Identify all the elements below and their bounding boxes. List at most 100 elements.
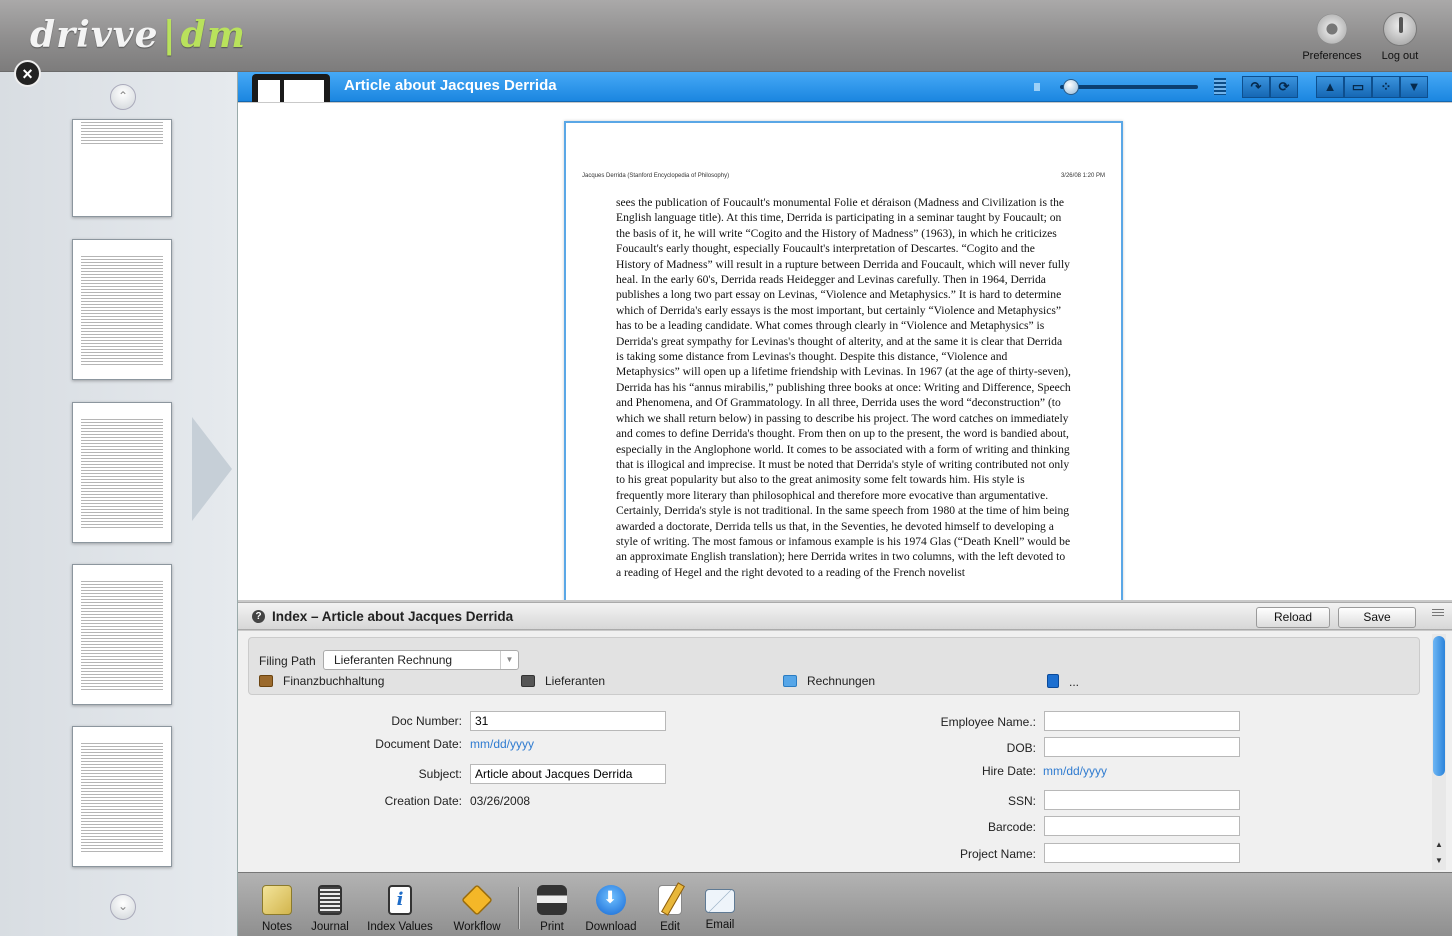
doc-number-field[interactable] <box>470 711 666 731</box>
index-scrollbar[interactable]: ▲ ▼ <box>1432 634 1446 870</box>
page-thumbnail[interactable] <box>72 119 172 217</box>
bottom-toolbar: Notes Journal i Index Values Workflow Pr… <box>238 872 1452 936</box>
document-title: Article about Jacques Derrida <box>344 77 557 94</box>
email-label: Email <box>705 919 735 931</box>
employee-name-field[interactable] <box>1044 711 1240 731</box>
zoom-slider[interactable] <box>1060 85 1198 89</box>
folder-icon <box>783 675 797 687</box>
workflow-icon <box>461 884 493 916</box>
power-icon <box>1383 12 1417 46</box>
download-icon <box>596 885 626 915</box>
previous-page-icon[interactable]: ▲ <box>1316 76 1344 98</box>
page-header-right: 3/26/08 1:20 PM <box>1060 173 1105 179</box>
notes-icon <box>262 885 292 915</box>
printer-icon <box>537 885 567 915</box>
zoom-slider-knob[interactable] <box>1063 79 1079 95</box>
workflow-button[interactable]: Workflow <box>448 884 506 933</box>
folder-finanzbuchhaltung[interactable]: Finanzbuchhaltung <box>259 674 384 688</box>
employee-name-label: Employee Name.: <box>940 715 1036 729</box>
index-values-icon: i <box>388 885 412 915</box>
page-thumbnail[interactable] <box>72 402 172 543</box>
hire-date-label: Hire Date: <box>981 764 1036 778</box>
journal-button[interactable]: Journal <box>308 885 352 933</box>
email-button[interactable]: Email <box>700 885 740 931</box>
scroll-up-icon[interactable]: ▲ <box>1432 840 1446 849</box>
thumbnails-scroll-up-button[interactable]: ⌃ <box>110 84 136 110</box>
thumbnail-sidebar: ⌃ ⌄ <box>0 72 238 936</box>
index-panel: Filing Path Lieferanten Rechnung ▼ Finan… <box>238 631 1452 872</box>
scrollbar-thumb[interactable] <box>1433 636 1445 776</box>
edit-button[interactable]: Edit <box>652 885 688 933</box>
grid-view-icon[interactable]: ⁘ <box>1372 76 1400 98</box>
folder-label: ... <box>1069 675 1080 689</box>
pencil-icon <box>658 885 682 915</box>
expand-arrow-icon[interactable] <box>192 417 232 521</box>
download-label: Download <box>585 921 637 933</box>
page-text: sees the publication of Foucault's monum… <box>616 196 1071 579</box>
document-date-label: Document Date: <box>375 737 462 751</box>
index-header-bar: ? Index – Article about Jacques Derrida … <box>238 602 1452 630</box>
viewer-title-bar: Article about Jacques Derrida ↷ ⟳ ▲ ▭ ⁘ … <box>238 72 1452 102</box>
logout-button[interactable]: Log out <box>1372 12 1428 62</box>
folder-lieferanten[interactable]: Lieferanten <box>521 674 605 688</box>
preferences-label: Preferences <box>1302 50 1362 62</box>
dob-field[interactable] <box>1044 737 1240 757</box>
filing-path-value: Lieferanten Rechnung <box>334 653 453 667</box>
save-button[interactable]: Save <box>1338 607 1416 628</box>
journal-icon <box>318 885 342 915</box>
thumbnails-scroll-down-button[interactable]: ⌄ <box>110 894 136 920</box>
next-page-icon[interactable]: ▼ <box>1400 76 1428 98</box>
filing-path-label: Filing Path <box>259 654 316 668</box>
folder-label: Lieferanten <box>545 674 606 688</box>
project-name-field[interactable] <box>1044 843 1240 863</box>
workflow-label: Workflow <box>453 921 501 933</box>
preferences-button[interactable]: Preferences <box>1296 12 1368 62</box>
barcode-label: Barcode: <box>987 820 1036 834</box>
folder-icon <box>1047 674 1059 688</box>
page-thumbnail[interactable] <box>72 239 172 380</box>
subject-label: Subject: <box>418 767 462 781</box>
edit-label: Edit <box>660 921 680 933</box>
refresh-icon[interactable]: ⟳ <box>1270 76 1298 98</box>
rotate-icon[interactable]: ↷ <box>1242 76 1270 98</box>
page-thumbnail[interactable] <box>72 726 172 867</box>
barcode-field[interactable] <box>1044 816 1240 836</box>
folder-label: Rechnungen <box>807 674 876 688</box>
creation-date-value: 03/26/2008 <box>470 794 531 808</box>
folder-icon <box>521 675 535 687</box>
logo-text: drivve <box>30 14 159 56</box>
document-viewer[interactable]: Jacques Derrida (Stanford Encyclopedia o… <box>238 103 1452 600</box>
single-page-view-icon[interactable]: ▭ <box>1344 76 1372 98</box>
subject-field[interactable] <box>470 764 666 784</box>
print-button[interactable]: Print <box>532 885 572 933</box>
page-thumbnail[interactable] <box>72 564 172 705</box>
app-logo: drivve | dm <box>30 14 246 56</box>
top-bar: drivve | dm Preferences Log out <box>0 0 1452 72</box>
reload-button[interactable]: Reload <box>1256 607 1330 628</box>
zoom-in-icon[interactable] <box>1214 78 1226 95</box>
close-icon[interactable]: × <box>14 60 41 87</box>
dob-label: DOB: <box>1006 741 1036 755</box>
hire-date-field[interactable]: mm/dd/yyyy <box>1043 764 1107 778</box>
index-values-button[interactable]: i Index Values <box>362 885 438 933</box>
document-date-field[interactable]: mm/dd/yyyy <box>470 737 534 751</box>
journal-label: Journal <box>311 921 349 933</box>
info-icon[interactable]: ? <box>252 610 265 623</box>
notes-button[interactable]: Notes <box>256 885 298 933</box>
filing-path-select[interactable]: Lieferanten Rechnung ▼ <box>323 650 519 670</box>
filing-path-box: Filing Path Lieferanten Rechnung ▼ Finan… <box>248 637 1420 695</box>
index-title: Index – Article about Jacques Derrida <box>272 609 514 624</box>
ssn-field[interactable] <box>1044 790 1240 810</box>
folder-more[interactable]: ... <box>1047 674 1079 689</box>
zoom-out-icon[interactable] <box>1034 83 1040 91</box>
panel-menu-icon[interactable] <box>1432 609 1444 617</box>
folder-rechnungen[interactable]: Rechnungen <box>783 674 875 688</box>
logout-label: Log out <box>1381 50 1419 62</box>
notes-label: Notes <box>261 921 293 933</box>
page-header-left: Jacques Derrida (Stanford Encyclopedia o… <box>582 173 730 179</box>
gear-icon <box>1315 12 1349 46</box>
print-label: Print <box>540 921 564 933</box>
document-tab-icon[interactable] <box>252 74 330 102</box>
scroll-down-icon[interactable]: ▼ <box>1432 856 1446 865</box>
download-button[interactable]: Download <box>580 885 642 933</box>
